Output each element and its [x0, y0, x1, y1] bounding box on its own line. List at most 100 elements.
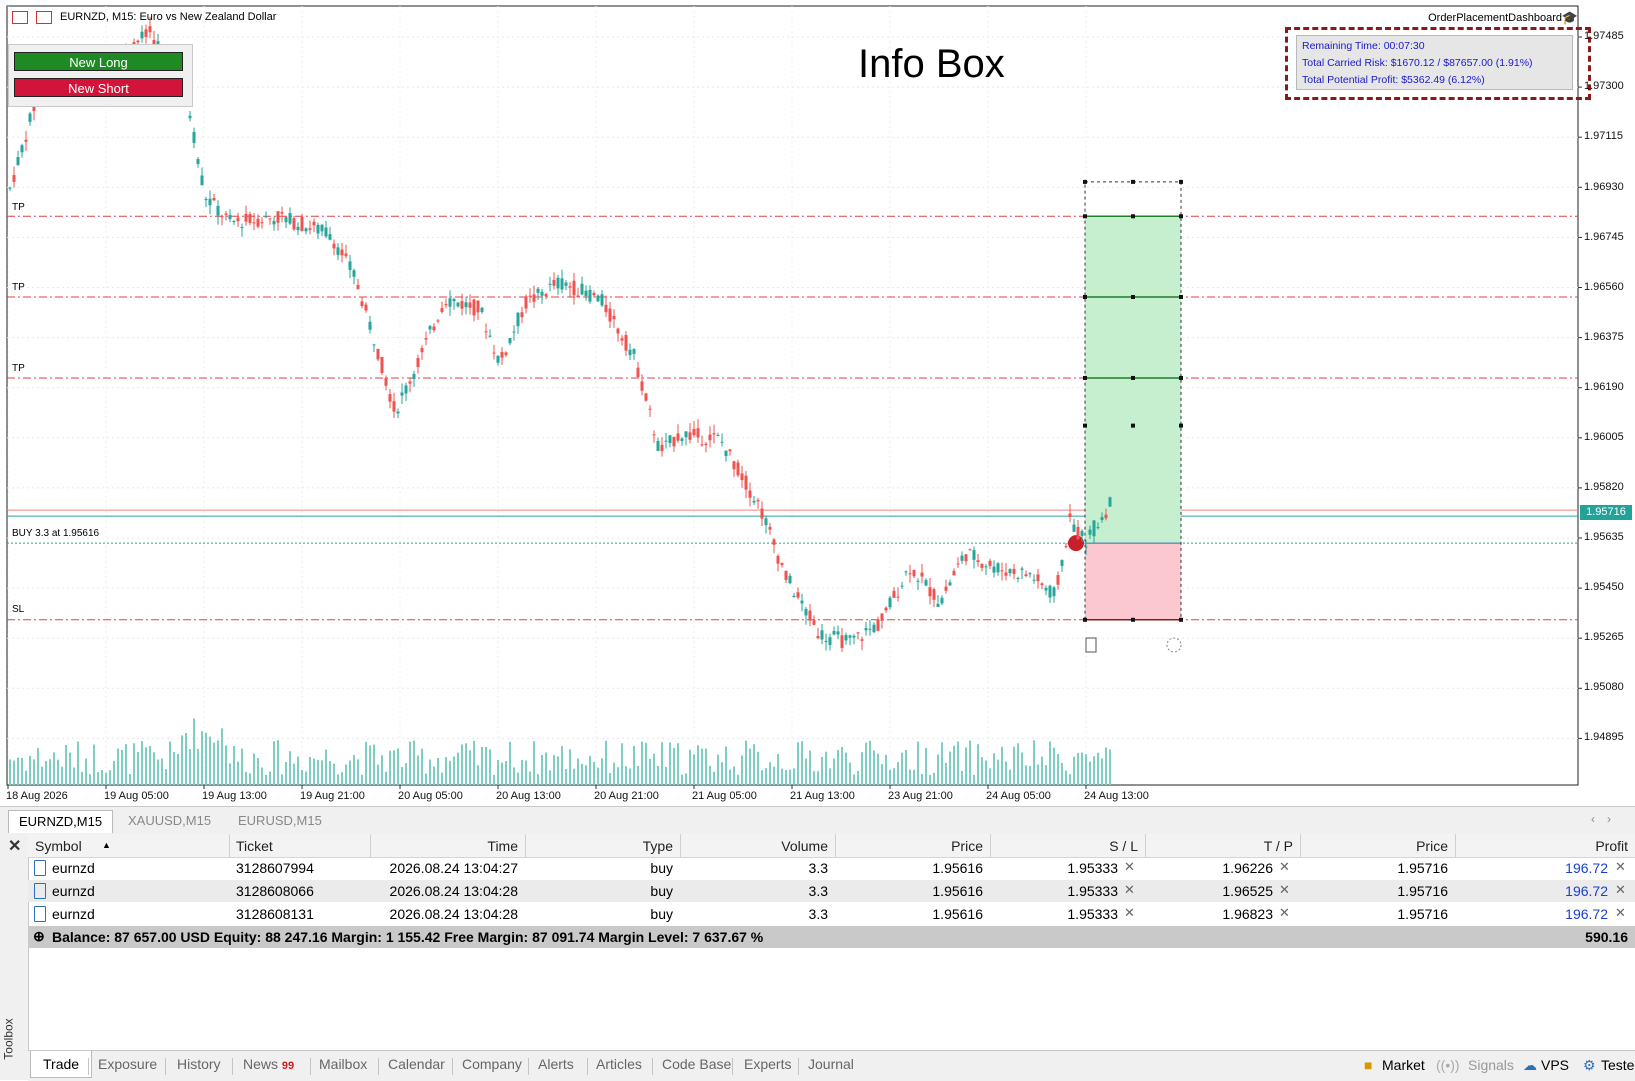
candle-body [1108, 497, 1112, 507]
toolbox-panel: ✕ Toolbox Symbol ▲ Ticket Time Type Volu… [0, 834, 1635, 1081]
table-row[interactable]: eurnzd 3128607994 2026.08.24 13:04:27 bu… [28, 857, 1635, 879]
cell-sl: 1.95333 [1067, 883, 1118, 899]
tab-calendar[interactable]: Calendar [388, 1056, 445, 1072]
table-row[interactable]: eurnzd 3128608131 2026.08.24 13:04:28 bu… [28, 903, 1635, 925]
col-time[interactable]: Time [370, 838, 518, 854]
x-tick: 21 Aug 05:00 [692, 790, 757, 802]
candle-body [20, 145, 24, 153]
table-row[interactable]: eurnzd 3128608066 2026.08.24 13:04:28 bu… [28, 880, 1635, 902]
tab-exposure[interactable]: Exposure [98, 1056, 157, 1072]
tab-journal[interactable]: Journal [808, 1056, 854, 1072]
volume-bar [389, 750, 391, 785]
remove-sl-icon[interactable]: ✕ [1124, 859, 1135, 875]
tab-news[interactable]: News 99 [243, 1056, 294, 1072]
close-icon[interactable]: ✕ [8, 836, 21, 856]
volume-bar [1097, 752, 1099, 785]
candle-body [928, 587, 932, 597]
candle-body [1072, 524, 1076, 532]
candle-body [1104, 514, 1108, 519]
col-symbol[interactable]: Symbol [35, 838, 82, 854]
tab-experts[interactable]: Experts [744, 1056, 791, 1072]
price-chart[interactable]: EURNZD, M15: Euro vs New Zealand Dollar … [0, 0, 1635, 806]
x-tick: 21 Aug 13:00 [790, 790, 855, 802]
candle-body [1016, 577, 1020, 579]
zone-handle [1083, 423, 1087, 428]
candle-body [780, 563, 784, 565]
candle-body [428, 326, 432, 330]
candle-body [676, 433, 680, 441]
volume-bar [137, 751, 139, 785]
volume-bar [225, 745, 227, 785]
volume-bar [437, 757, 439, 785]
candle-body [312, 221, 316, 226]
volume-bar [869, 740, 871, 785]
volume-bar [89, 774, 91, 785]
candle-body [1056, 575, 1060, 585]
candle-body [360, 301, 364, 307]
volume-bar [965, 747, 967, 785]
col-price[interactable]: Price [835, 838, 983, 854]
tab-articles[interactable]: Articles [596, 1056, 642, 1072]
volume-bar [1081, 752, 1083, 785]
volume-bar [777, 754, 779, 785]
vps-button[interactable]: VPS [1541, 1057, 1569, 1073]
col-sl[interactable]: S / L [990, 838, 1138, 854]
volume-bar [581, 763, 583, 785]
tab-scroll-arrows[interactable]: ‹› [1591, 812, 1623, 826]
tab-eurusd-m15[interactable]: EURUSD,M15 [228, 810, 332, 832]
volume-bar [789, 769, 791, 785]
tab-alerts[interactable]: Alerts [538, 1056, 574, 1072]
col-ticket[interactable]: Ticket [236, 838, 273, 854]
tab-code-base[interactable]: Code Base [662, 1056, 731, 1072]
signals-button[interactable]: Signals [1468, 1057, 1514, 1073]
new-long-button[interactable]: New Long [14, 52, 183, 71]
zone-handle [1179, 617, 1183, 622]
remove-sl-icon[interactable]: ✕ [1124, 905, 1135, 921]
y-tick: 1.96190 [1584, 381, 1624, 393]
candle-body [456, 302, 460, 307]
remove-tp-icon[interactable]: ✕ [1279, 905, 1290, 921]
col-volume[interactable]: Volume [680, 838, 828, 854]
chart-canvas[interactable] [0, 0, 1635, 806]
remove-sl-icon[interactable]: ✕ [1124, 882, 1135, 898]
dashboard-name: OrderPlacementDashboard [1428, 12, 1562, 24]
tab-company[interactable]: Company [462, 1056, 522, 1072]
volume-bar [529, 771, 531, 785]
market-button[interactable]: Market [1382, 1057, 1425, 1073]
volume-bar [1069, 774, 1071, 785]
new-short-button[interactable]: New Short [14, 78, 183, 97]
candle-body [616, 328, 620, 334]
remove-tp-icon[interactable]: ✕ [1279, 882, 1290, 898]
col-profit[interactable]: Profit [1455, 838, 1628, 854]
col-type[interactable]: Type [525, 838, 673, 854]
remove-tp-icon[interactable]: ✕ [1279, 859, 1290, 875]
x-tick: 20 Aug 21:00 [594, 790, 659, 802]
tab-history[interactable]: History [177, 1056, 221, 1072]
volume-bar [241, 748, 243, 785]
expert-hat-icon[interactable]: 🎓 [1562, 10, 1578, 26]
candle-body [832, 631, 836, 635]
col-current-price[interactable]: Price [1300, 838, 1448, 854]
tab-mailbox[interactable]: Mailbox [319, 1056, 367, 1072]
candle-body [716, 434, 720, 436]
cell-sl: 1.95333 [1067, 906, 1118, 922]
expand-icon[interactable]: ⊕ [33, 928, 45, 945]
volume-bar [129, 773, 131, 785]
candle-body [636, 367, 640, 377]
tab-xauusd-m15[interactable]: XAUUSD,M15 [118, 810, 221, 832]
candle-body [796, 592, 800, 598]
tab-eurnzd-m15[interactable]: EURNZD,M15 [8, 810, 114, 833]
close-position-icon[interactable]: ✕ [1615, 905, 1626, 921]
zone-handle [1083, 375, 1087, 380]
candle-body [596, 295, 600, 302]
volume-bar [173, 751, 175, 785]
tester-button[interactable]: Tester [1601, 1057, 1635, 1073]
candle-body [200, 175, 204, 186]
close-position-icon[interactable]: ✕ [1615, 859, 1626, 875]
col-tp[interactable]: T / P [1145, 838, 1293, 854]
chart-menu-icon[interactable] [12, 11, 28, 24]
close-position-icon[interactable]: ✕ [1615, 882, 1626, 898]
one-click-trading-icon[interactable] [36, 11, 52, 24]
tab-trade[interactable]: Trade [30, 1051, 93, 1078]
volume-bar [589, 755, 591, 785]
